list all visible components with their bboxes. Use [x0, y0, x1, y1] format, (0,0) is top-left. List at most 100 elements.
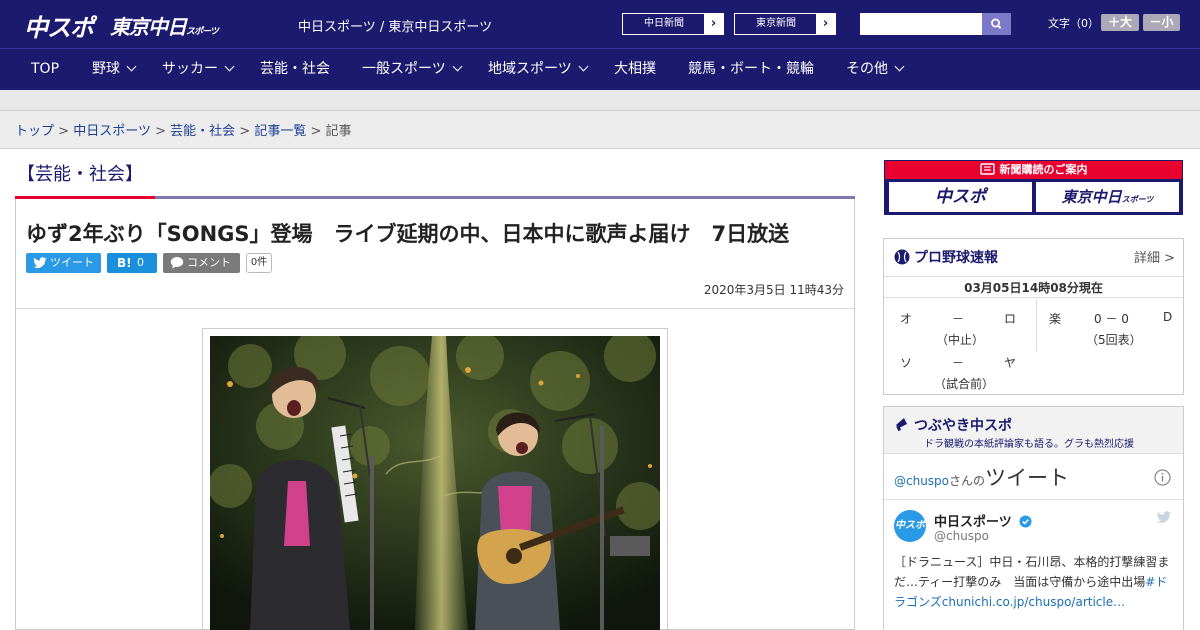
promo-title: 新聞購読のご案内 [999, 163, 1088, 176]
photo-illustration [210, 336, 660, 630]
nav-top[interactable]: TOP [31, 49, 59, 91]
article-category: 【芸能・社会】 [17, 164, 143, 185]
breadcrumb-article-list[interactable]: 記事一覧 [254, 124, 306, 139]
hatena-bookmark-icon: B! [117, 256, 132, 270]
game-away-team: ヤ [1004, 356, 1017, 370]
game-status: （試合前） [934, 377, 995, 391]
promo-tokyo-chunichi-small: スポーツ [1121, 195, 1154, 204]
breadcrumb-separator: > [310, 124, 322, 139]
twitter-bird-icon[interactable] [1156, 511, 1172, 524]
font-bigger-button[interactable]: ＋大 [1101, 14, 1139, 31]
tweets-header: @chuspoさんのツイート [894, 462, 1069, 492]
promo-chuspo-logo[interactable]: 中スポ [889, 182, 1032, 212]
scores-timestamp: 03月05日14時08分現在 [884, 276, 1183, 298]
breadcrumb: トップ > 中日スポーツ > 芸能・社会 > 記事一覧 > 記事 [15, 120, 352, 139]
site-header: 中スポ 東京中日スポーツ 中日スポーツ / 東京中日スポーツ 中日新聞 › 東京… [0, 0, 1200, 48]
chunichi-shimbun-button[interactable]: 中日新聞 › [622, 13, 724, 35]
nav-other[interactable]: その他 [846, 49, 905, 91]
info-icon[interactable] [1154, 469, 1171, 486]
comment-button-label: コメント [187, 256, 231, 269]
chevron-down-icon [126, 61, 137, 72]
nav-label: 競馬・ボート・競輪 [688, 61, 814, 77]
game-score: 0 － 0 [1094, 312, 1129, 326]
game-home-team: オ [900, 312, 913, 326]
chevron-down-icon [224, 61, 235, 72]
baseball-widget-title-text: プロ野球速報 [914, 250, 998, 266]
verified-badge-icon [1019, 515, 1032, 528]
hatena-bookmark-button[interactable]: B! 0 [107, 253, 157, 273]
nav-label: サッカー [162, 61, 218, 77]
nav-entertainment[interactable]: 芸能・社会 [260, 49, 330, 91]
nav-label: 一般スポーツ [362, 61, 446, 77]
nav-label: その他 [846, 61, 888, 77]
tokyo-chunichi-logo-text: 東京中日 [110, 15, 187, 39]
font-smaller-button[interactable]: －小 [1143, 14, 1180, 31]
nav-baseball[interactable]: 野球 [92, 49, 137, 91]
article-photo[interactable] [210, 336, 660, 630]
tokyo-chunichi-logo[interactable]: 東京中日スポーツ [110, 11, 219, 40]
avatar-text: 中スポ [894, 510, 926, 542]
breadcrumb-chunichi-sports[interactable]: 中日スポーツ [73, 124, 151, 139]
nav-sumo[interactable]: 大相撲 [614, 49, 656, 91]
breadcrumb-separator: > [239, 124, 251, 139]
search-input[interactable] [860, 13, 983, 35]
chuspo-logo[interactable]: 中スポ [24, 8, 94, 43]
game-score: － [952, 312, 965, 326]
tokyo-shimbun-button[interactable]: 東京新聞 › [734, 13, 836, 35]
tweet-account-name[interactable]: 中日スポーツ [934, 511, 1032, 530]
chevron-down-icon [452, 61, 463, 72]
tweet-body: ［ドラニュース］中日・石川昂、本格的打撃練習まだ…ティー打撃のみ 当面は守備から… [894, 555, 1170, 589]
avatar[interactable]: 中スポ [894, 510, 926, 542]
main-nav: TOP 野球 サッカー 芸能・社会 一般スポーツ 地域スポーツ 大相撲 競馬・ボ… [0, 48, 1200, 90]
tweets-account-link[interactable]: @chuspo [894, 474, 949, 488]
divider [884, 499, 1183, 500]
search-button[interactable] [982, 13, 1011, 35]
promo-tokyo-chunichi-text: 東京中日 [1061, 188, 1122, 206]
baseball-scores-widget: プロ野球速報 詳細 > 03月05日14時08分現在 [883, 238, 1184, 395]
hatena-bookmark-count: 0 [137, 256, 144, 269]
nav-keiba[interactable]: 競馬・ボート・競輪 [688, 49, 814, 91]
chevron-down-icon [894, 61, 905, 72]
chevron-right-icon: › [704, 14, 723, 34]
comment-count: 0件 [246, 253, 272, 273]
nav-soccer[interactable]: サッカー [162, 49, 235, 91]
search-icon [990, 18, 1002, 29]
game-away-team: D [1163, 310, 1173, 324]
subscription-promo[interactable]: 新聞購読のご案内 中スポ 東京中日スポーツ [884, 160, 1183, 215]
baseball-detail-link[interactable]: 詳細 > [1134, 247, 1175, 266]
tsubuyaki-title-text: つぶやき中スポ [914, 418, 1012, 434]
divider [16, 308, 854, 309]
game-home-team: 楽 [1049, 312, 1062, 326]
article-headline: ゆず2年ぶり「SONGS」登場 ライブ延期の中、日本中に歌声よ届け 7日放送 [26, 222, 790, 246]
nav-label: 大相撲 [614, 61, 656, 77]
tweet-button-label: ツイート [50, 256, 94, 269]
tokyo-chunichi-logo-small: スポーツ [186, 27, 219, 37]
chevron-right-icon: › [816, 14, 835, 34]
nav-label: 地域スポーツ [488, 61, 572, 77]
tweet-account-handle[interactable]: @chuspo [934, 529, 989, 543]
tweet-account-name-text: 中日スポーツ [934, 515, 1012, 530]
promo-tokyo-chunichi-logo[interactable]: 東京中日スポーツ [1036, 182, 1179, 212]
breadcrumb-entertainment[interactable]: 芸能・社会 [170, 124, 235, 139]
speech-bubble-icon [170, 257, 184, 269]
tsubuyaki-title: つぶやき中スポ [894, 415, 1012, 435]
tweet-link[interactable]: chunichi.co.jp/chuspo/article… [942, 595, 1125, 609]
font-size-label: 文字（0） [1048, 17, 1099, 30]
nav-label: TOP [31, 61, 60, 77]
game-score: － [952, 356, 965, 370]
tokyo-shimbun-label: 東京新聞 [756, 18, 796, 29]
comment-button[interactable]: コメント [163, 253, 240, 273]
breadcrumb-top[interactable]: トップ [15, 124, 54, 139]
sub-bar [0, 90, 1200, 111]
nav-general-sports[interactable]: 一般スポーツ [362, 49, 463, 91]
tweet-button[interactable]: ツイート [26, 253, 101, 273]
breadcrumb-separator: > [58, 124, 70, 139]
game-status: （5回表） [1086, 333, 1142, 347]
article-date: 2020年3月5日 11時43分 [703, 283, 844, 297]
nav-local-sports[interactable]: 地域スポーツ [488, 49, 589, 91]
twitter-bird-icon [33, 257, 47, 268]
breadcrumb-current: 記事 [325, 124, 352, 139]
nav-label: 芸能・社会 [260, 61, 330, 77]
site-links[interactable]: 中日スポーツ / 東京中日スポーツ [298, 16, 492, 35]
game-status: （中止） [936, 333, 985, 347]
